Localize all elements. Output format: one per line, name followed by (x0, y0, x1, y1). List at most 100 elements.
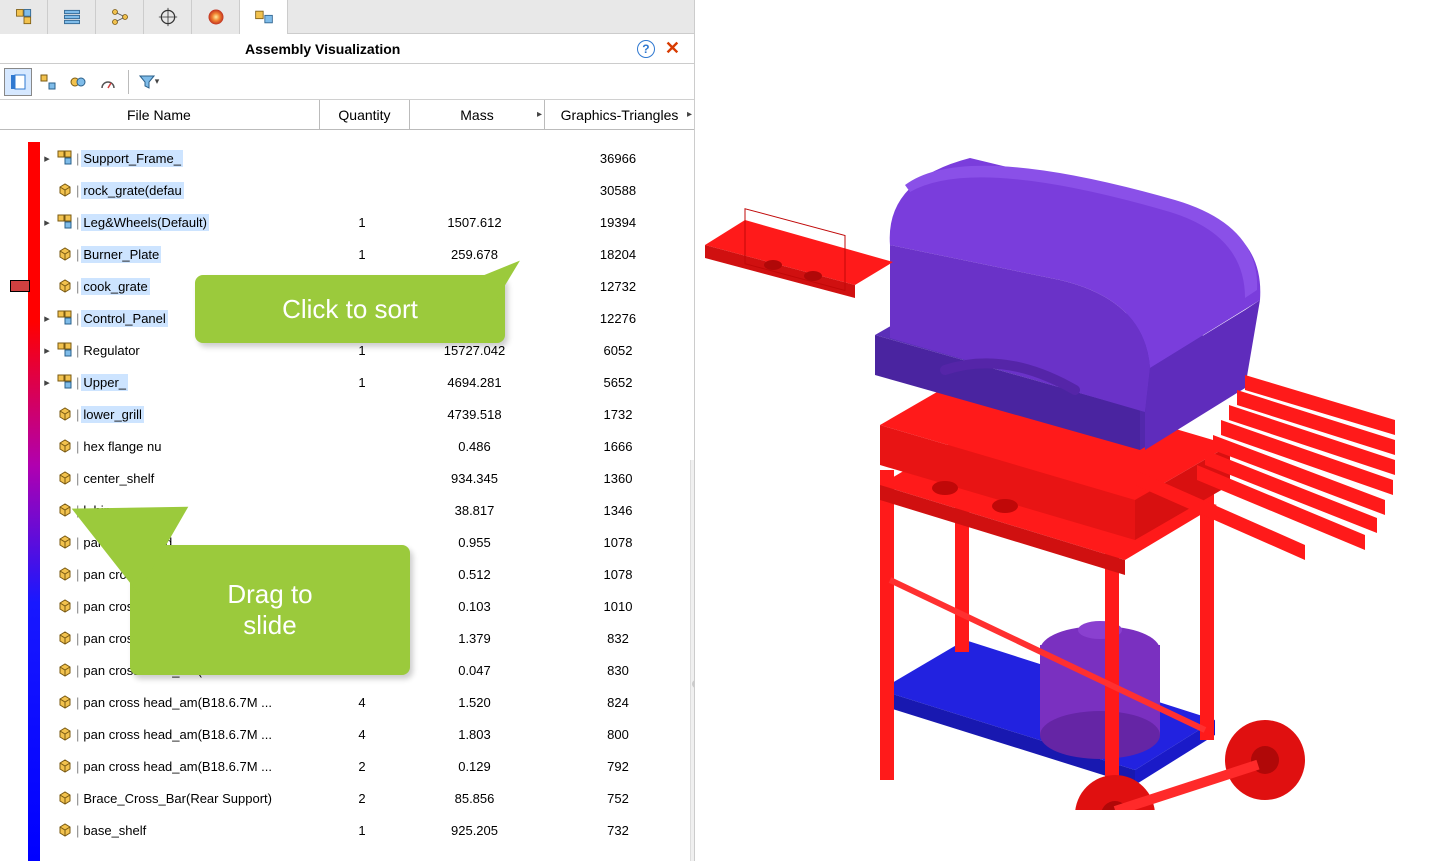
row-triangles: 1732 (542, 407, 694, 422)
table-row[interactable]: |hex flange nu0.4861666 (40, 430, 694, 462)
row-mass: 0.486 (407, 439, 542, 454)
table-row[interactable]: |Burner_Plate1259.67818204 (40, 238, 694, 270)
filter-icon[interactable]: ▾ (135, 68, 163, 96)
row-triangles: 1078 (542, 567, 694, 582)
expand-icon[interactable]: ▸ (40, 376, 54, 389)
table-row[interactable]: |base_shelf1925.205732 (40, 814, 694, 846)
row-triangles: 6052 (542, 343, 694, 358)
panel-title: Assembly Visualization (245, 41, 637, 57)
row-quantity: 1 (317, 247, 407, 262)
row-mass: 0.129 (407, 759, 542, 774)
row-mass: 1507.612 (407, 215, 542, 230)
row-filename: |hex flange nu (76, 438, 317, 455)
assembly-icon (54, 214, 76, 230)
row-triangles: 792 (542, 759, 694, 774)
assembly-icon (54, 150, 76, 166)
row-triangles: 732 (542, 823, 694, 838)
tab-visualization-icon[interactable] (240, 0, 288, 34)
row-triangles: 800 (542, 727, 694, 742)
help-icon[interactable]: ? (637, 40, 655, 58)
row-triangles: 5652 (542, 375, 694, 390)
row-triangles: 1360 (542, 471, 694, 486)
table-row[interactable]: |rock_grate(defau 30588 (40, 174, 694, 206)
row-filename: |rock_grate(defau (76, 182, 317, 199)
table-row[interactable]: ▸|Support_Frame_36966 (40, 142, 694, 174)
row-mass: 0.047 (407, 663, 542, 678)
row-quantity: 1 (317, 823, 407, 838)
table-row[interactable]: |pan cross head_am(B18.6.7M ...41.520824 (40, 686, 694, 718)
row-triangles: 18204 (542, 247, 694, 262)
grouped-view-icon[interactable] (64, 68, 92, 96)
part-icon (54, 406, 76, 422)
part-icon (54, 566, 76, 582)
close-icon[interactable]: ✕ (665, 38, 680, 59)
row-filename: |Brace_Cross_Bar(Rear Support) (76, 790, 317, 807)
scrollbar-thumb[interactable] (692, 680, 694, 688)
row-triangles: 30588 (542, 183, 694, 198)
assembly-icon (54, 310, 76, 326)
part-icon (54, 790, 76, 806)
row-filename: |base_shelf (76, 822, 317, 839)
column-filename[interactable]: File Name (32, 107, 319, 123)
spectrum-bar[interactable] (28, 142, 40, 861)
flat-nested-toggle-icon[interactable] (4, 68, 32, 96)
show-assemblies-icon[interactable] (34, 68, 62, 96)
tab-target-icon[interactable] (144, 0, 192, 34)
table-row[interactable]: |pan cross head_am(B18.6.7M ...41.803800 (40, 718, 694, 750)
row-triangles: 12276 (542, 311, 694, 326)
row-triangles: 1078 (542, 535, 694, 550)
column-mass[interactable]: Mass ▸ (409, 100, 544, 129)
row-triangles: 12732 (542, 279, 694, 294)
row-filename: |lower_grill (76, 406, 317, 423)
part-icon (54, 182, 76, 198)
row-filename: |Leg&Wheels(Default) (76, 214, 317, 231)
part-icon (54, 630, 76, 646)
part-icon (54, 662, 76, 678)
row-mass: 1.803 (407, 727, 542, 742)
row-filename: |Burner_Plate (76, 246, 317, 263)
row-filename: |Upper_ (76, 374, 317, 391)
row-mass: 0.512 (407, 567, 542, 582)
row-mass: 15727.042 (407, 343, 542, 358)
part-icon (54, 278, 76, 294)
callout-slide: Drag to slide (130, 545, 410, 675)
column-triangles[interactable]: Graphics-Triangles ▸ (544, 100, 694, 129)
expand-icon[interactable]: ▸ (40, 344, 54, 357)
row-mass: 4739.518 (407, 407, 542, 422)
expand-icon[interactable]: ▸ (40, 152, 54, 165)
table-row[interactable]: |Brace_Cross_Bar(Rear Support)285.856752 (40, 782, 694, 814)
panel-tabs (0, 0, 694, 34)
table-row[interactable]: ▸|Upper_14694.2815652 (40, 366, 694, 398)
row-quantity: 4 (317, 695, 407, 710)
row-mass: 0.955 (407, 535, 542, 550)
row-triangles: 1346 (542, 503, 694, 518)
tab-dimxpert-icon[interactable] (48, 0, 96, 34)
tab-appearance-icon[interactable] (192, 0, 240, 34)
column-quantity[interactable]: Quantity (319, 100, 409, 129)
expand-icon[interactable]: ▸ (40, 312, 54, 325)
table-row[interactable]: |pan cross head_am(B18.6.7M ...20.129792 (40, 750, 694, 782)
row-triangles: 832 (542, 631, 694, 646)
tab-tree-icon[interactable] (96, 0, 144, 34)
graphics-viewport[interactable] (695, 0, 1440, 861)
spectrum-slider-handle[interactable] (10, 280, 30, 292)
row-filename: | Regulator (76, 342, 317, 359)
chevron-right-icon: ▸ (687, 109, 692, 120)
row-triangles: 830 (542, 663, 694, 678)
row-triangles: 824 (542, 695, 694, 710)
row-triangles: 1010 (542, 599, 694, 614)
callout-sort: Click to sort (195, 275, 505, 343)
table-row[interactable]: ▸|Leg&Wheels(Default)11507.61219394 (40, 206, 694, 238)
sub-toolbar: ▾ (0, 64, 694, 100)
row-mass: 925.205 (407, 823, 542, 838)
column-headers: File Name Quantity Mass ▸ Graphics-Trian… (0, 100, 694, 130)
part-icon (54, 470, 76, 486)
row-filename: |Support_Frame_ (76, 150, 317, 167)
table-row[interactable]: |lower_grill 4739.5181732 (40, 398, 694, 430)
performance-icon[interactable] (94, 68, 122, 96)
tab-assembly-icon[interactable] (0, 0, 48, 34)
expand-icon[interactable]: ▸ (40, 216, 54, 229)
scrollbar[interactable] (690, 460, 694, 861)
chevron-right-icon: ▸ (537, 109, 542, 120)
part-icon (54, 438, 76, 454)
